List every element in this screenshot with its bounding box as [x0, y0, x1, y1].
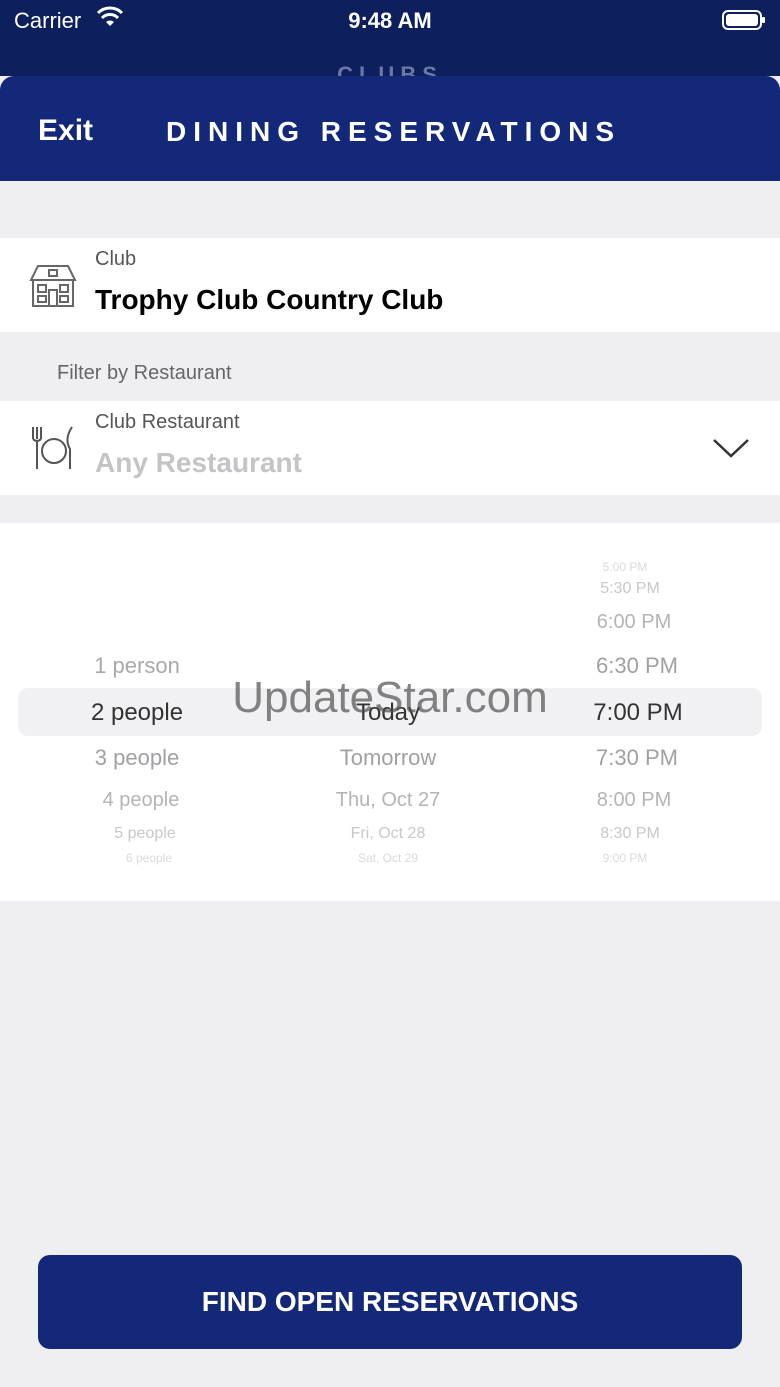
party-size-option[interactable]: 5 people	[114, 825, 175, 843]
fork-knife-plate-icon	[32, 426, 73, 469]
reservation-picker[interactable]: 1 person 2 people 3 people 4 people 5 pe…	[0, 523, 780, 901]
restaurant-value: Any Restaurant	[95, 447, 302, 478]
chevron-down-icon	[713, 439, 749, 458]
find-open-reservations-button[interactable]: FIND OPEN RESERVATIONS	[38, 1255, 742, 1349]
club-selector[interactable]: Club Trophy Club Country Club	[0, 238, 780, 332]
restaurant-dropdown[interactable]: Club Restaurant Any Restaurant	[0, 401, 780, 495]
date-option[interactable]: Sat, Oct 29	[358, 851, 418, 865]
time-option[interactable]: 7:30 PM	[596, 745, 678, 771]
date-selected[interactable]: Today	[356, 699, 420, 727]
party-size-option[interactable]: 3 people	[95, 745, 179, 771]
time-option[interactable]: 8:30 PM	[600, 825, 660, 843]
party-size-option[interactable]: 1 person	[94, 653, 180, 679]
party-size-option[interactable]: 6 people	[126, 851, 172, 865]
page-title: DINING RESERVATIONS	[166, 116, 622, 147]
navigation-bar: Exit DINING RESERVATIONS	[0, 76, 780, 181]
battery-icon	[722, 10, 765, 30]
date-option[interactable]: Thu, Oct 27	[336, 789, 441, 812]
time-option[interactable]: 6:30 PM	[596, 653, 678, 679]
time-selected[interactable]: 7:00 PM	[593, 699, 682, 727]
time-option[interactable]: 9:00 PM	[603, 851, 648, 865]
date-option[interactable]: Fri, Oct 28	[351, 825, 426, 843]
time-option[interactable]: 6:00 PM	[597, 611, 671, 634]
time-option[interactable]: 8:00 PM	[597, 789, 671, 812]
club-value: Trophy Club Country Club	[95, 284, 444, 315]
restaurant-label: Club Restaurant	[95, 411, 240, 433]
time-option[interactable]: 5:30 PM	[600, 580, 660, 598]
party-size-option[interactable]: 4 people	[103, 789, 180, 812]
club-label: Club	[95, 248, 137, 270]
clubhouse-icon	[29, 265, 77, 307]
date-option[interactable]: Tomorrow	[340, 745, 437, 771]
exit-button[interactable]: Exit	[38, 114, 93, 148]
clock-label: 9:48 AM	[348, 8, 432, 33]
time-option[interactable]: 5:00 PM	[603, 560, 648, 574]
background-screen-title: CLUBS	[337, 62, 443, 76]
party-size-selected[interactable]: 2 people	[91, 699, 183, 727]
filter-section-label: Filter by Restaurant	[57, 362, 232, 384]
